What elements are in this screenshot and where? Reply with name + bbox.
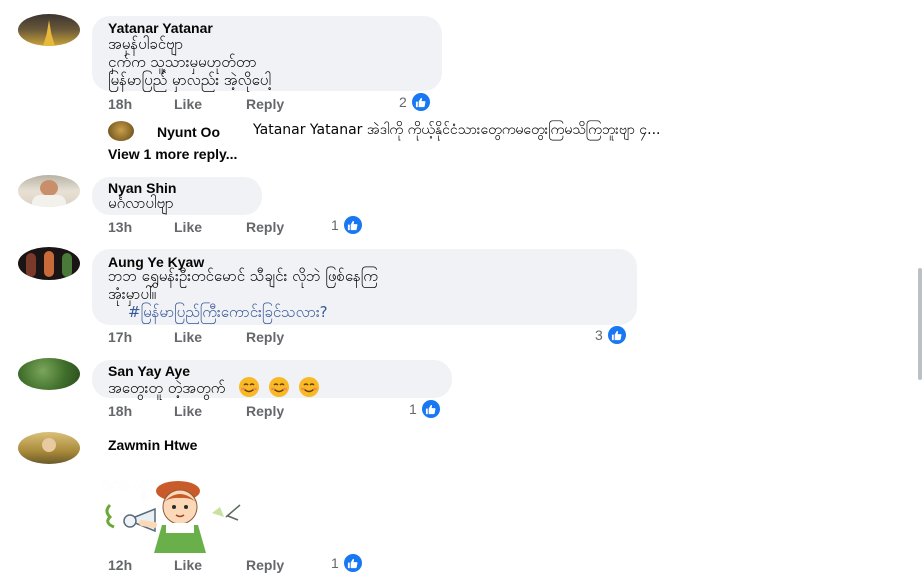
- reply-button[interactable]: Reply: [246, 403, 284, 419]
- comment-timestamp[interactable]: 18h: [108, 96, 132, 112]
- pagoda-icon: [43, 20, 55, 46]
- reaction-count[interactable]: 1: [331, 553, 362, 573]
- reaction-count-value: 1: [331, 555, 339, 571]
- avatar[interactable]: [18, 175, 80, 207]
- reply-button[interactable]: Reply: [246, 219, 284, 235]
- reply-button[interactable]: Reply: [246, 557, 284, 573]
- figure-icon: [44, 251, 54, 277]
- avatar[interactable]: [18, 432, 80, 464]
- reaction-count-value: 1: [409, 401, 417, 417]
- view-more-replies-link[interactable]: View 1 more reply...: [108, 146, 237, 162]
- thumbs-up-icon: [411, 93, 430, 111]
- thumbs-up-icon: [607, 326, 626, 344]
- like-button[interactable]: Like: [174, 96, 202, 112]
- comment-text: အတွေးတူ တဲ့အတွက်: [108, 379, 226, 397]
- avatar[interactable]: [18, 358, 80, 390]
- reaction-count-value: 3: [595, 327, 603, 343]
- comment-timestamp[interactable]: 12h: [108, 557, 132, 573]
- smiling-face-icon: [298, 377, 319, 397]
- smiling-face-icon: [239, 377, 260, 397]
- like-button[interactable]: Like: [174, 403, 202, 419]
- reaction-count[interactable]: 2: [399, 92, 430, 112]
- comment-text-line: အတွေးတူ တဲ့အတွက်: [108, 376, 320, 399]
- reaction-count-value: 1: [331, 217, 339, 233]
- reaction-count[interactable]: 3: [595, 325, 626, 345]
- sticker[interactable]: ကျေးဇူးပါ: [100, 465, 265, 555]
- comment-text-line: မင်္ဂလာပါဗျာ: [108, 194, 174, 212]
- shirt-icon: [32, 195, 66, 207]
- avatar[interactable]: [18, 14, 80, 46]
- reaction-count-value: 2: [399, 94, 407, 110]
- avatar[interactable]: [108, 121, 134, 141]
- reaction-count[interactable]: 1: [331, 215, 362, 235]
- person-icon: [40, 180, 58, 196]
- reply-button[interactable]: Reply: [246, 329, 284, 345]
- reply-author[interactable]: Nyunt Oo: [157, 124, 220, 140]
- reply-button[interactable]: Reply: [246, 96, 284, 112]
- reply-text[interactable]: Yatanar Yatanar အဲဒါကို ကိုယ့်နိုင်ငံသား…: [253, 120, 661, 141]
- person-icon: [42, 438, 56, 452]
- hashtag-link[interactable]: #မြန်မာပြည်ကြီးကောင်းခြင်သလား?: [128, 302, 328, 323]
- like-button[interactable]: Like: [174, 557, 202, 573]
- figure-icon: [62, 253, 72, 277]
- figure-icon: [26, 253, 36, 277]
- comment-timestamp[interactable]: 13h: [108, 219, 132, 235]
- smiling-face-icon: [268, 377, 289, 397]
- comment-text-line: မြန်မာပြည် မှာလည်း အဲ့လိုပေါ့: [108, 71, 271, 89]
- like-button[interactable]: Like: [174, 329, 202, 345]
- thumbs-up-icon: [343, 554, 362, 572]
- comment-author[interactable]: Zawmin Htwe: [108, 437, 197, 453]
- thumbs-up-icon: [343, 216, 362, 234]
- comment-timestamp[interactable]: 18h: [108, 403, 132, 419]
- avatar[interactable]: [18, 247, 80, 280]
- like-button[interactable]: Like: [174, 219, 202, 235]
- reaction-count[interactable]: 1: [409, 399, 440, 419]
- scrollbar[interactable]: [918, 268, 922, 380]
- comment-timestamp[interactable]: 17h: [108, 329, 132, 345]
- thumbs-up-icon: [421, 400, 440, 418]
